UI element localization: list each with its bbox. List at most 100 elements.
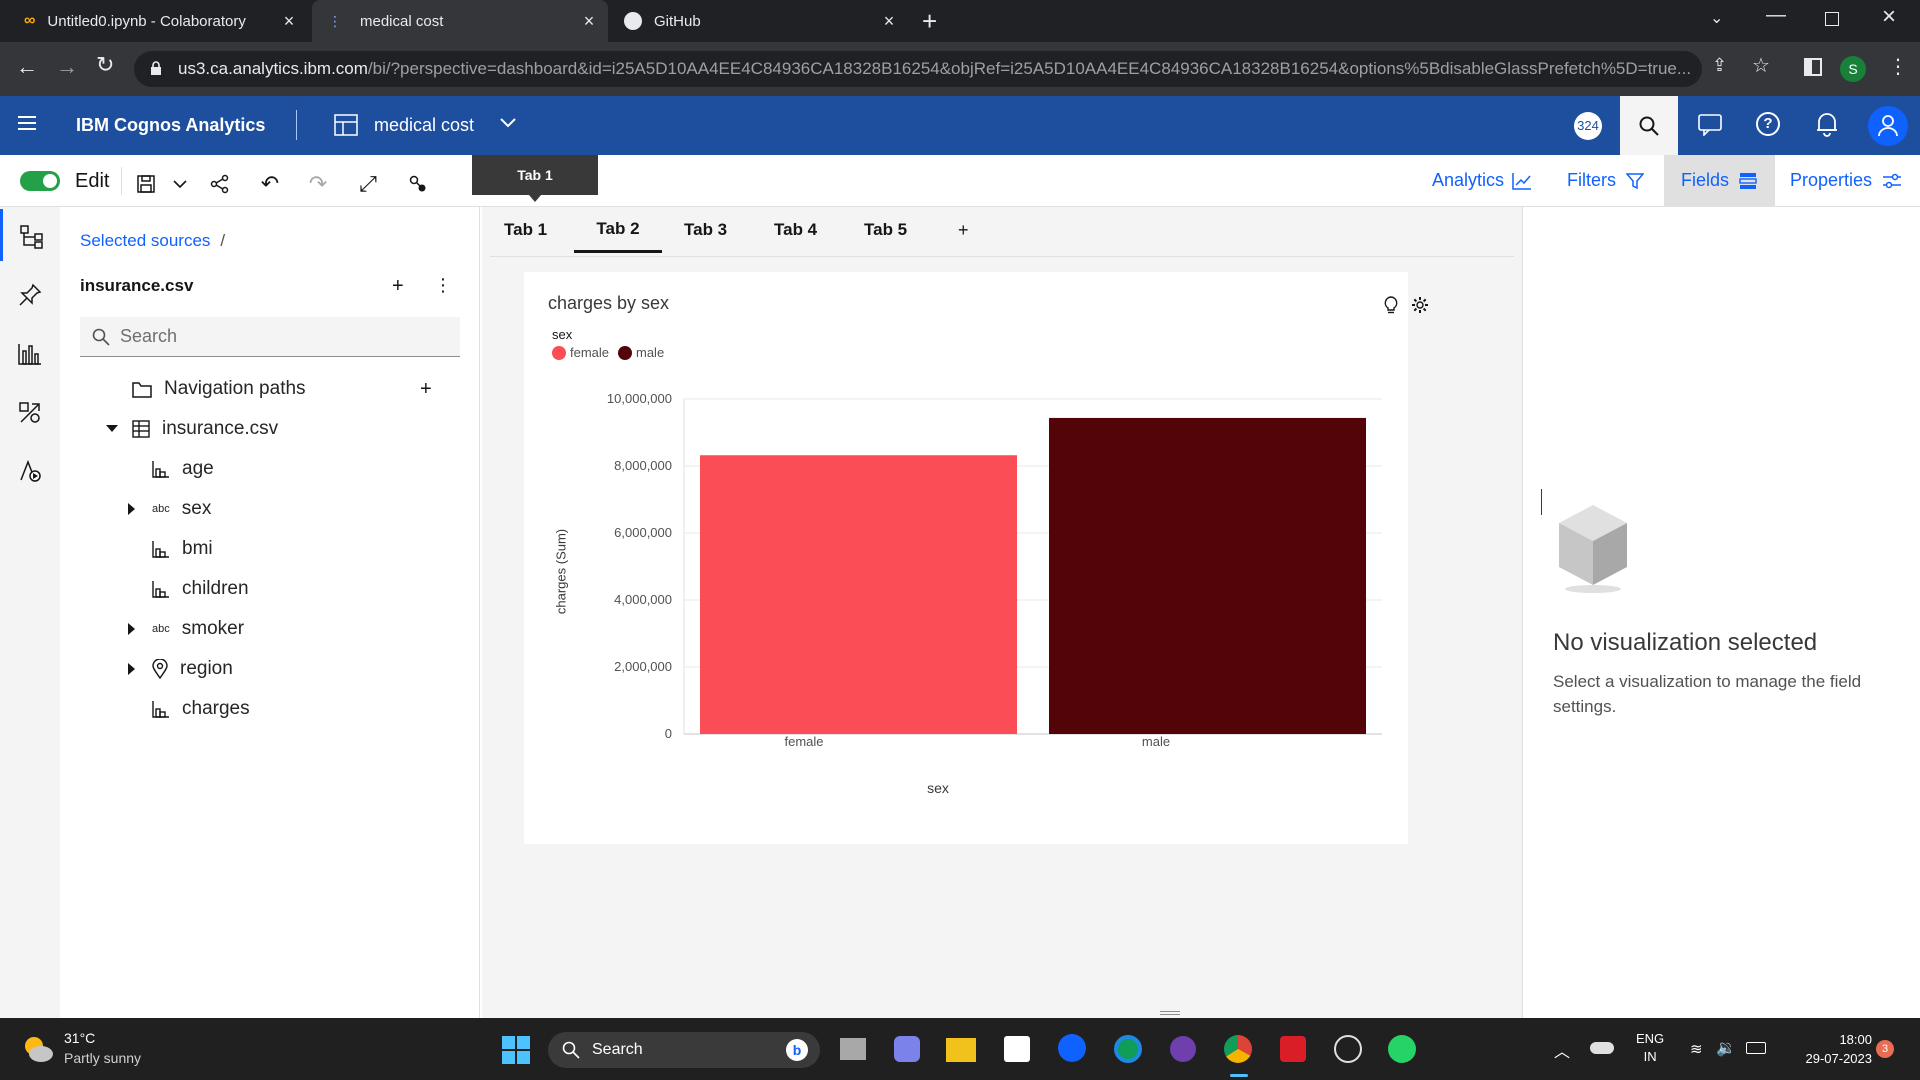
tab-4[interactable]: Tab 4	[774, 207, 817, 253]
tab-5[interactable]: Tab 5	[864, 207, 907, 253]
user-avatar-icon[interactable]	[1868, 106, 1908, 146]
table-label: insurance.csv	[162, 418, 279, 439]
chart-widget[interactable]: charges by sex sex female male 0 2,000,00…	[524, 272, 1428, 844]
visualizations-icon[interactable]	[18, 343, 42, 365]
reload-icon[interactable]: ↻	[96, 52, 114, 78]
close-icon[interactable]: ×	[880, 12, 898, 30]
field-item-smoker[interactable]: abc smoker	[128, 618, 244, 640]
field-item-charges[interactable]: charges	[152, 698, 250, 720]
edge-icon[interactable]	[1114, 1035, 1142, 1063]
minimize-button[interactable]: —	[1766, 4, 1786, 27]
task-view-icon[interactable]	[840, 1038, 866, 1060]
navigation-paths-item[interactable]: Navigation paths	[132, 378, 306, 400]
wifi-icon[interactable]: ≋	[1690, 1040, 1703, 1058]
notification-count-badge[interactable]: 324	[1574, 112, 1602, 140]
x-axis-label: sex	[927, 780, 949, 796]
tab-2[interactable]: Tab 2	[574, 207, 662, 253]
acrobat-icon[interactable]	[1280, 1036, 1306, 1062]
add-navigation-path-button[interactable]: +	[420, 378, 432, 401]
add-tab-button[interactable]: +	[958, 207, 969, 253]
clock[interactable]: 18:00 29-07-2023	[1772, 1030, 1873, 1068]
search-button[interactable]	[1620, 96, 1678, 155]
bar-female[interactable]	[700, 455, 1017, 734]
taskbar-search[interactable]: Search b	[548, 1032, 820, 1068]
more-options-icon[interactable]: ⋮	[434, 275, 452, 296]
browser-tab-github[interactable]: GitHub ×	[612, 0, 908, 42]
widgets-icon[interactable]	[18, 401, 42, 425]
bookmark-star-icon[interactable]: ☆	[1752, 53, 1770, 78]
close-window-button[interactable]: ×	[1882, 3, 1896, 31]
field-item-children[interactable]: children	[152, 578, 249, 600]
chat-icon[interactable]	[1698, 114, 1722, 136]
breadcrumb-separator: /	[220, 231, 226, 250]
volume-icon[interactable]: 🔉	[1716, 1038, 1736, 1058]
dashboard-title[interactable]: medical cost	[374, 115, 474, 136]
url-field[interactable]: us3.ca.analytics.ibm.com/bi/?perspective…	[134, 51, 1702, 87]
tooltip-text: Tab 1	[517, 167, 553, 183]
fullscreen-icon[interactable]: ⤢	[348, 164, 388, 204]
browser-tab-medical-cost[interactable]: ⋮ medical cost ×	[312, 0, 608, 42]
chevron-up-icon[interactable]: ︿	[1554, 1038, 1570, 1062]
file-explorer-icon[interactable]	[946, 1038, 976, 1062]
filter-relation-icon[interactable]	[398, 164, 438, 204]
hamburger-menu-icon[interactable]	[18, 116, 36, 130]
store-icon[interactable]	[1004, 1036, 1030, 1062]
chevron-down-icon[interactable]	[500, 118, 516, 128]
undo-icon[interactable]: ↶	[250, 164, 290, 204]
field-item-age[interactable]: age	[152, 458, 214, 480]
canvas-resize-handle[interactable]	[1160, 1011, 1180, 1015]
bar-male[interactable]	[1049, 417, 1366, 734]
weather-icon[interactable]	[22, 1034, 54, 1064]
notification-badge[interactable]: 3	[1876, 1040, 1894, 1058]
filters-label: Filters	[1567, 170, 1616, 190]
analytics-button[interactable]: Analytics	[1432, 170, 1532, 191]
tab-search-icon[interactable]: ⌄	[1710, 8, 1723, 28]
breadcrumb-selected-sources[interactable]: Selected sources	[80, 231, 210, 251]
help-icon[interactable]: ?	[1756, 112, 1780, 136]
edit-toggle[interactable]	[20, 171, 60, 191]
field-item-bmi[interactable]: bmi	[152, 538, 213, 560]
chrome-menu-icon[interactable]: ⋮	[1888, 54, 1908, 79]
teams-icon[interactable]	[894, 1036, 920, 1062]
close-icon[interactable]: ×	[580, 12, 598, 30]
table-item[interactable]: insurance.csv	[106, 418, 278, 440]
search-input[interactable]: Search	[80, 317, 460, 357]
eclipse-icon[interactable]	[1170, 1036, 1196, 1062]
settings-gear-icon[interactable]	[1411, 296, 1429, 314]
bell-icon[interactable]	[1816, 111, 1838, 137]
navigation-paths-label: Navigation paths	[164, 378, 306, 399]
add-source-button[interactable]: +	[392, 275, 404, 298]
forward-icon[interactable]: →	[56, 54, 78, 80]
properties-button[interactable]: Properties	[1790, 170, 1902, 191]
sidepanel-icon[interactable]	[1804, 58, 1822, 76]
field-item-region[interactable]: region	[128, 658, 233, 680]
start-button[interactable]	[502, 1036, 530, 1064]
share-icon[interactable]: ⇪	[1712, 55, 1727, 76]
media-player-icon[interactable]	[1334, 1035, 1362, 1063]
chevron-down-icon[interactable]	[160, 164, 200, 204]
battery-icon[interactable]	[1746, 1042, 1766, 1054]
assistant-icon[interactable]	[18, 459, 42, 483]
tab-label: Tab 2	[596, 218, 640, 238]
pin-icon[interactable]	[18, 283, 42, 307]
tab-1[interactable]: Tab 1	[504, 207, 547, 253]
windows-icon	[502, 1036, 530, 1064]
tab-3[interactable]: Tab 3	[684, 207, 727, 253]
new-tab-button[interactable]: +	[922, 6, 937, 37]
close-icon[interactable]: ×	[280, 12, 298, 30]
field-item-sex[interactable]: abc sex	[128, 498, 211, 520]
maximize-button[interactable]	[1825, 12, 1839, 26]
filters-button[interactable]: Filters	[1567, 170, 1644, 191]
language-indicator[interactable]: ENG IN	[1636, 1030, 1664, 1066]
browser-tab-colab[interactable]: ∞ Untitled0.ipynb - Colaboratory ×	[8, 0, 308, 42]
data-sources-icon[interactable]	[20, 225, 44, 249]
chrome-icon[interactable]	[1224, 1035, 1252, 1063]
whatsapp-icon[interactable]	[1388, 1035, 1416, 1063]
profile-avatar[interactable]: S	[1840, 56, 1866, 82]
redo-icon[interactable]: ↷	[298, 164, 338, 204]
help-app-icon[interactable]	[1058, 1034, 1086, 1062]
onedrive-icon[interactable]	[1590, 1042, 1614, 1054]
back-icon[interactable]: ←	[16, 54, 38, 80]
share-icon[interactable]	[200, 164, 240, 204]
fields-button[interactable]: Fields	[1664, 155, 1775, 206]
